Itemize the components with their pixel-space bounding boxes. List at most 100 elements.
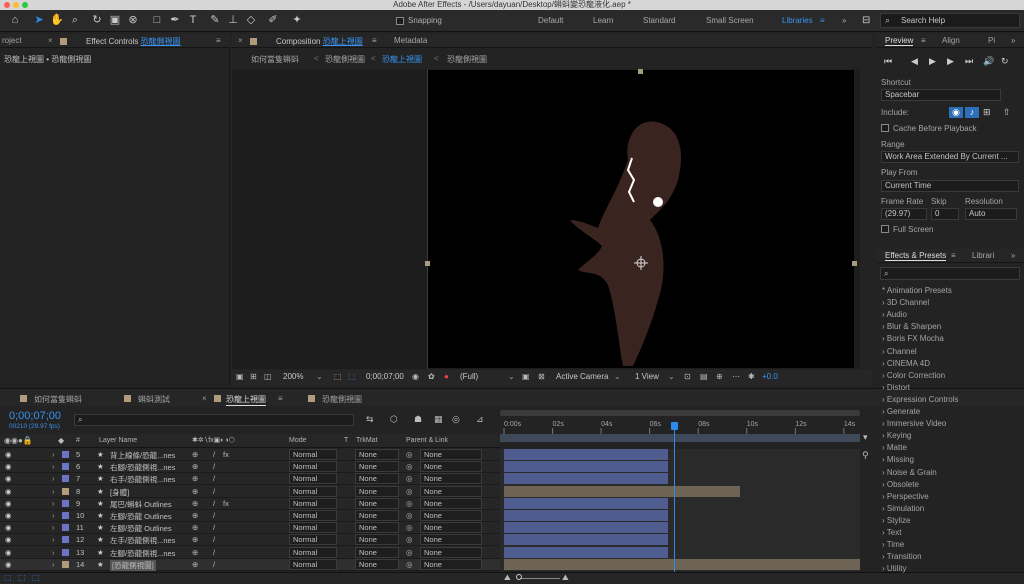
parent-select[interactable]: None xyxy=(420,510,482,521)
layer-name[interactable]: [身體] xyxy=(110,487,129,498)
view-layout-select[interactable]: 1 View xyxy=(635,372,659,381)
zoom-out-icon[interactable]: ⛰ xyxy=(504,573,511,583)
track-matte-select[interactable]: None xyxy=(355,461,399,473)
include-video-icon[interactable]: ◉ xyxy=(949,107,963,118)
effect-category-item[interactable]: › Transition xyxy=(882,552,922,561)
blend-mode-select[interactable]: Normal xyxy=(289,461,337,473)
layer-name[interactable]: 左腳/恐龍 Outlines xyxy=(110,523,172,534)
resolution-select-preview[interactable]: Auto xyxy=(965,208,1017,220)
track-matte-select[interactable]: None xyxy=(355,449,399,460)
parent-select[interactable]: None xyxy=(420,473,482,485)
selection-tool-icon[interactable]: ➤ xyxy=(32,13,46,28)
blend-mode-select[interactable]: Normal xyxy=(289,534,337,546)
effect-category-item[interactable]: › Noise & Grain xyxy=(882,468,937,477)
previous-frame-icon[interactable]: ◀ xyxy=(911,56,918,67)
quality-switch-icon[interactable]: / xyxy=(213,487,215,496)
blend-mode-select[interactable]: Normal xyxy=(289,497,337,509)
effects-menu-icon[interactable]: ≡ xyxy=(951,251,956,260)
channel-icon[interactable]: ● xyxy=(444,372,449,381)
quality-switch-icon[interactable]: / xyxy=(213,523,215,532)
parent-select[interactable]: None xyxy=(420,534,482,546)
workspace-standard[interactable]: Standard xyxy=(643,10,675,32)
track-matte-select[interactable]: None xyxy=(355,534,399,546)
column-layer-name[interactable]: Layer Name xyxy=(99,437,137,444)
expand-layer-icon[interactable]: › xyxy=(52,560,55,569)
layer-name[interactable]: 尾巴/蝌蚪 Outlines xyxy=(110,499,172,510)
minimize-window-icon[interactable] xyxy=(13,2,19,8)
search-right-icon[interactable]: ⚲ xyxy=(862,450,869,461)
breadcrumb-item-3[interactable]: 恐龍側視圖 xyxy=(447,54,487,65)
quality-switch-icon[interactable]: / xyxy=(213,450,215,459)
zoom-slider[interactable] xyxy=(520,578,560,579)
pick-whip-icon[interactable]: ◎ xyxy=(406,499,413,508)
tab-metadata[interactable]: Metadata xyxy=(394,36,427,45)
quality-switch-icon[interactable]: / xyxy=(213,560,215,569)
breadcrumb-item-2[interactable]: 恐龍上視圖 xyxy=(382,54,422,65)
panel-overflow-icon[interactable]: » xyxy=(1011,36,1015,45)
graph-editor-icon[interactable]: ⊿ xyxy=(476,414,484,425)
shy-switch-icon[interactable]: ⊕ xyxy=(192,474,198,483)
fx-switch-icon[interactable]: fx xyxy=(223,450,229,459)
frame-blending-icon[interactable]: ▦ xyxy=(434,414,443,425)
layer-duration-bar[interactable] xyxy=(504,473,668,485)
layer-duration-bar[interactable] xyxy=(504,558,860,570)
layer-row[interactable]: ◉ › 5 ★ 背上線條/恐龍...nes ⊕ / fx Normal None ◎ None xyxy=(0,449,500,461)
workspace-overflow-icon[interactable]: » xyxy=(842,10,846,32)
track-matte-select[interactable]: None xyxy=(355,473,399,485)
pick-whip-icon[interactable]: ◎ xyxy=(406,474,413,483)
shy-switch-icon[interactable]: ⊕ xyxy=(192,462,198,471)
parent-select[interactable]: None xyxy=(420,497,482,509)
layer-duration-bar[interactable] xyxy=(504,534,668,546)
comp-panel-menu-icon[interactable]: ≡ xyxy=(372,36,377,45)
tab-align[interactable]: Align xyxy=(942,36,960,45)
tab-paragraph[interactable]: Pi xyxy=(988,36,995,45)
composition-canvas[interactable] xyxy=(428,70,854,368)
pixel-aspect-icon[interactable]: ⊡ xyxy=(684,372,691,381)
toggle-transparency-icon[interactable]: ⊠ xyxy=(538,372,545,381)
visibility-eye-icon[interactable]: ◉ xyxy=(5,523,12,532)
effect-category-item[interactable]: › Obsolete xyxy=(882,480,919,489)
blend-mode-select[interactable]: Normal xyxy=(289,522,337,534)
timeline-search-input[interactable]: ⌕ xyxy=(74,414,354,426)
effect-category-item[interactable]: › CINEMA 4D xyxy=(882,359,930,368)
hand-tool-icon[interactable]: ✋ xyxy=(50,13,64,28)
time-ruler[interactable]: 0:00s 02s 04s 06s 08s 10s 12s 14s xyxy=(500,416,860,436)
layer-label-swatch[interactable] xyxy=(62,524,69,532)
effect-category-item[interactable]: › Boris FX Mocha xyxy=(882,334,944,343)
expand-layer-icon[interactable]: › xyxy=(52,450,55,459)
layer-duration-bar[interactable] xyxy=(504,449,668,460)
cache-before-playback-checkbox[interactable] xyxy=(881,124,889,132)
transform-handle-right[interactable] xyxy=(852,261,857,266)
shy-switch-icon[interactable]: ⊕ xyxy=(192,511,198,520)
zoom-window-icon[interactable] xyxy=(22,2,28,8)
quality-switch-icon[interactable]: / xyxy=(213,535,215,544)
type-tool-icon[interactable]: T xyxy=(186,13,200,28)
tab-libraries[interactable]: Librari xyxy=(972,251,994,260)
track-matte-select[interactable]: None xyxy=(355,485,399,497)
shy-switch-icon[interactable]: ⊕ xyxy=(192,535,198,544)
layer-label-swatch[interactable] xyxy=(62,487,69,495)
shy-switch-icon[interactable]: ⊕ xyxy=(192,450,198,459)
layer-row[interactable]: ◉ › 9 ★ 尾巴/蝌蚪 Outlines ⊕ / fx Normal None ◎ None xyxy=(0,497,500,510)
layer-duration-bar[interactable] xyxy=(504,522,668,534)
effect-category-item[interactable]: › Stylize xyxy=(882,516,910,525)
layer-label-swatch[interactable] xyxy=(62,560,69,568)
frame-rate-select[interactable]: (29.97) xyxy=(881,208,927,220)
pick-whip-icon[interactable]: ◎ xyxy=(406,535,413,544)
effect-category-item[interactable]: › Audio xyxy=(882,310,907,319)
layer-label-swatch[interactable] xyxy=(62,475,69,483)
layer-row[interactable]: ◉ › 8 ★ [身體] ⊕ / Normal None ◎ None xyxy=(0,485,500,498)
shy-layers-icon[interactable]: ☗ xyxy=(414,414,422,425)
effect-category-item[interactable]: › Generate xyxy=(882,407,920,416)
track-matte-select[interactable]: None xyxy=(355,558,399,570)
audio-icon[interactable]: 🔊 xyxy=(983,56,994,67)
comp-mini-flowchart-icon[interactable]: ⇆ xyxy=(366,414,374,425)
effect-category-item[interactable]: › Simulation xyxy=(882,504,924,513)
effect-category-item[interactable]: › Channel xyxy=(882,347,917,356)
blend-mode-select[interactable]: Normal xyxy=(289,485,337,497)
expand-layer-icon[interactable]: › xyxy=(52,548,55,557)
effect-category-item[interactable]: › Utility xyxy=(882,564,906,573)
effect-category-item[interactable]: › Distort xyxy=(882,383,910,392)
blend-mode-select[interactable]: Normal xyxy=(289,558,337,570)
timeline-tab-menu-icon[interactable]: ≡ xyxy=(278,394,283,403)
